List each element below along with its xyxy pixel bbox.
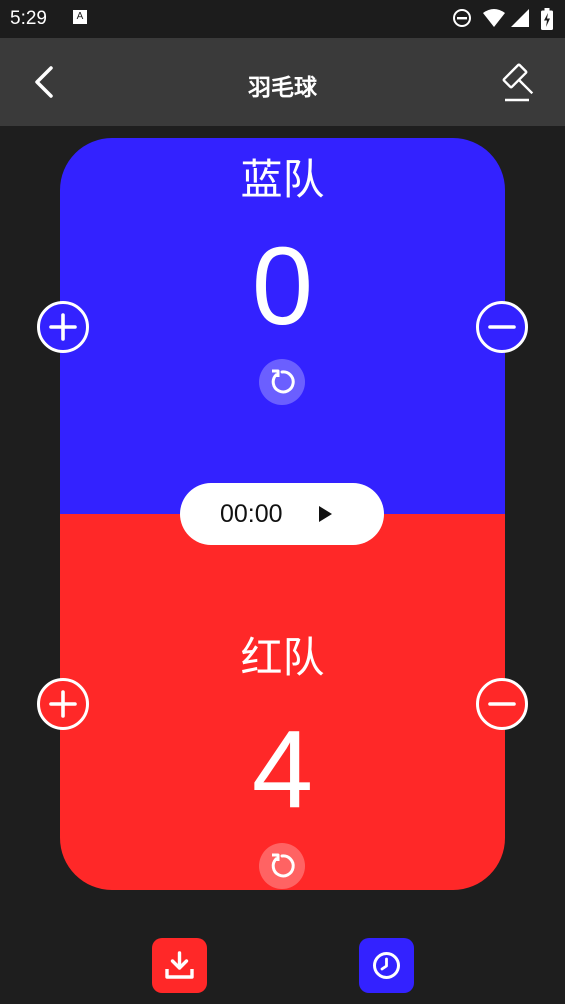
blue-reset-button[interactable] xyxy=(259,359,305,405)
red-reset-button[interactable] xyxy=(259,843,305,889)
minus-icon xyxy=(488,702,516,706)
red-minus-button[interactable] xyxy=(476,678,528,730)
red-team-panel[interactable]: 红队 4 xyxy=(60,514,505,890)
wifi-icon xyxy=(483,9,505,27)
notification-badge: A xyxy=(73,10,87,24)
app-bar: 羽毛球 xyxy=(0,38,565,126)
download-icon xyxy=(165,951,194,979)
blue-minus-button[interactable] xyxy=(476,301,528,353)
referee-button[interactable] xyxy=(499,60,543,104)
battery-charging-icon xyxy=(541,8,553,30)
red-team-score: 4 xyxy=(251,708,314,831)
reset-icon xyxy=(271,853,295,878)
timer-pill[interactable]: 00:00 xyxy=(180,483,384,545)
dnd-icon xyxy=(453,9,471,27)
red-team-name: 红队 xyxy=(240,633,325,682)
hammer-icon xyxy=(502,63,534,102)
clock-icon xyxy=(373,952,400,979)
status-time: 5:29 xyxy=(10,8,47,29)
blue-team-name: 蓝队 xyxy=(240,155,325,204)
reset-icon xyxy=(271,369,295,394)
history-button[interactable] xyxy=(359,938,414,993)
plus-icon xyxy=(49,690,77,718)
timer-display: 00:00 xyxy=(220,500,283,528)
signal-icon xyxy=(511,9,529,27)
red-plus-button[interactable] xyxy=(37,678,89,730)
save-record-button[interactable] xyxy=(152,938,207,993)
status-bar: 5:29 A xyxy=(0,0,565,38)
blue-team-panel[interactable]: 蓝队 0 xyxy=(60,138,505,514)
play-icon[interactable] xyxy=(314,503,336,525)
minus-icon xyxy=(488,325,516,329)
page-title: 羽毛球 xyxy=(248,75,317,101)
blue-plus-button[interactable] xyxy=(37,301,89,353)
blue-team-score: 0 xyxy=(251,225,314,348)
plus-icon xyxy=(49,313,77,341)
